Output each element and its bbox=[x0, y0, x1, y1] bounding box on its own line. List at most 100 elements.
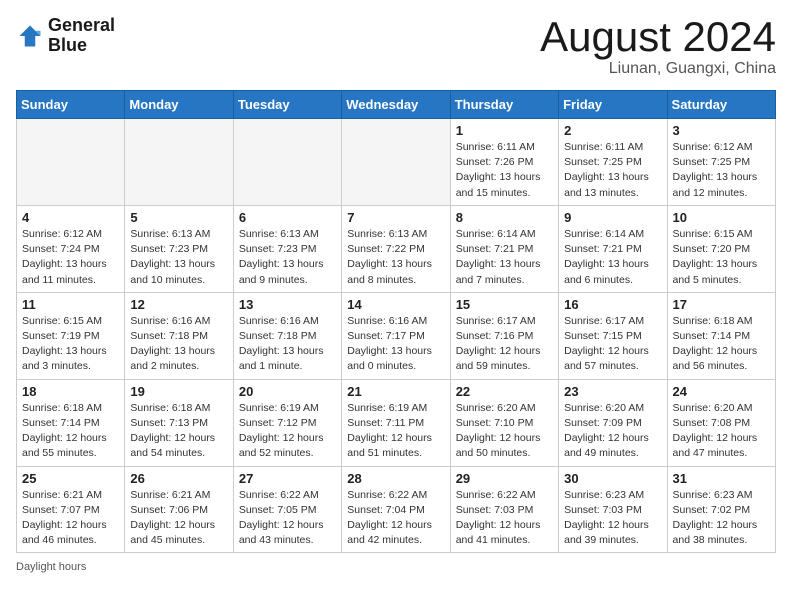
calendar-day-header: Monday bbox=[125, 91, 233, 119]
day-number: 8 bbox=[456, 210, 553, 225]
day-number: 1 bbox=[456, 123, 553, 138]
calendar-day-cell: 10 Sunrise: 6:15 AMSunset: 7:20 PMDayligh… bbox=[667, 205, 775, 292]
calendar-day-cell: 16 Sunrise: 6:17 AMSunset: 7:15 PMDayligh… bbox=[559, 292, 667, 379]
calendar-day-cell: 7Sunrise: 6:13 AMSunset: 7:22 PMDaylight… bbox=[342, 205, 450, 292]
day-info: Sunrise: 6:17 AMSunset: 7:16 PMDaylight:… bbox=[456, 314, 553, 375]
calendar-day-cell: 1 Sunrise: 6:11 AMSunset: 7:26 PMDaylight… bbox=[450, 119, 558, 206]
day-info: Sunrise: 6:22 AMSunset: 7:04 PMDaylight:… bbox=[347, 488, 444, 549]
day-info: Sunrise: 6:19 AMSunset: 7:11 PMDaylight:… bbox=[347, 401, 444, 462]
day-number: 27 bbox=[239, 471, 336, 486]
logo-text: General Blue bbox=[48, 16, 115, 56]
calendar-day-header: Saturday bbox=[667, 91, 775, 119]
calendar-day-cell: 23 Sunrise: 6:20 AMSunset: 7:09 PMDayligh… bbox=[559, 379, 667, 466]
calendar-day-header: Sunday bbox=[17, 91, 125, 119]
day-number: 14 bbox=[347, 297, 444, 312]
calendar-day-cell: 21 Sunrise: 6:19 AMSunset: 7:11 PMDayligh… bbox=[342, 379, 450, 466]
calendar-day-cell: 14 Sunrise: 6:16 AMSunset: 7:17 PMDayligh… bbox=[342, 292, 450, 379]
calendar-day-cell: 25 Sunrise: 6:21 AMSunset: 7:07 PMDayligh… bbox=[17, 466, 125, 553]
day-number: 23 bbox=[564, 384, 661, 399]
day-info: Sunrise: 6:22 AMSunset: 7:03 PMDaylight:… bbox=[456, 488, 553, 549]
day-info: Sunrise: 6:16 AMSunset: 7:18 PMDaylight:… bbox=[239, 314, 336, 375]
calendar-day-cell: 12 Sunrise: 6:16 AMSunset: 7:18 PMDayligh… bbox=[125, 292, 233, 379]
day-info: Sunrise: 6:17 AMSunset: 7:15 PMDaylight:… bbox=[564, 314, 661, 375]
day-number: 19 bbox=[130, 384, 227, 399]
day-number: 25 bbox=[22, 471, 119, 486]
page-header: General Blue August 2024 Liunan, Guangxi… bbox=[16, 16, 776, 78]
calendar-week-row: 1 Sunrise: 6:11 AMSunset: 7:26 PMDaylight… bbox=[17, 119, 776, 206]
calendar-day-cell: 24 Sunrise: 6:20 AMSunset: 7:08 PMDayligh… bbox=[667, 379, 775, 466]
calendar-day-cell: 31 Sunrise: 6:23 AMSunset: 7:02 PMDayligh… bbox=[667, 466, 775, 553]
day-number: 21 bbox=[347, 384, 444, 399]
calendar-day-cell: 5 Sunrise: 6:13 AMSunset: 7:23 PMDaylight… bbox=[125, 205, 233, 292]
day-number: 20 bbox=[239, 384, 336, 399]
day-info: Sunrise: 6:18 AMSunset: 7:14 PMDaylight:… bbox=[22, 401, 119, 462]
day-number: 22 bbox=[456, 384, 553, 399]
day-info: Sunrise: 6:21 AMSunset: 7:07 PMDaylight:… bbox=[22, 488, 119, 549]
day-info: Sunrise: 6:18 AMSunset: 7:13 PMDaylight:… bbox=[130, 401, 227, 462]
calendar-day-header: Thursday bbox=[450, 91, 558, 119]
day-info: Sunrise: 6:16 AMSunset: 7:17 PMDaylight:… bbox=[347, 314, 444, 375]
calendar-day-cell: 13 Sunrise: 6:16 AMSunset: 7:18 PMDayligh… bbox=[233, 292, 341, 379]
day-number: 3 bbox=[673, 123, 770, 138]
calendar-day-cell: 18 Sunrise: 6:18 AMSunset: 7:14 PMDayligh… bbox=[17, 379, 125, 466]
day-number: 7 bbox=[347, 210, 444, 225]
day-number: 26 bbox=[130, 471, 227, 486]
day-info: Sunrise: 6:23 AMSunset: 7:03 PMDaylight:… bbox=[564, 488, 661, 549]
calendar-day-cell: 15 Sunrise: 6:17 AMSunset: 7:16 PMDayligh… bbox=[450, 292, 558, 379]
calendar-day-cell: 26 Sunrise: 6:21 AMSunset: 7:06 PMDayligh… bbox=[125, 466, 233, 553]
day-number: 4 bbox=[22, 210, 119, 225]
calendar-day-header: Wednesday bbox=[342, 91, 450, 119]
calendar-day-cell bbox=[233, 119, 341, 206]
logo: General Blue bbox=[16, 16, 115, 56]
calendar-day-cell bbox=[342, 119, 450, 206]
day-number: 5 bbox=[130, 210, 227, 225]
day-number: 9 bbox=[564, 210, 661, 225]
day-info: Sunrise: 6:18 AMSunset: 7:14 PMDaylight:… bbox=[673, 314, 770, 375]
day-number: 6 bbox=[239, 210, 336, 225]
calendar-day-cell: 29Sunrise: 6:22 AMSunset: 7:03 PMDayligh… bbox=[450, 466, 558, 553]
day-info: Sunrise: 6:12 AMSunset: 7:24 PMDaylight:… bbox=[22, 227, 119, 288]
day-info: Sunrise: 6:19 AMSunset: 7:12 PMDaylight:… bbox=[239, 401, 336, 462]
day-number: 10 bbox=[673, 210, 770, 225]
calendar-day-cell: 20 Sunrise: 6:19 AMSunset: 7:12 PMDayligh… bbox=[233, 379, 341, 466]
calendar-day-cell: 30Sunrise: 6:23 AMSunset: 7:03 PMDayligh… bbox=[559, 466, 667, 553]
day-number: 15 bbox=[456, 297, 553, 312]
calendar-day-cell: 6 Sunrise: 6:13 AMSunset: 7:23 PMDaylight… bbox=[233, 205, 341, 292]
day-number: 18 bbox=[22, 384, 119, 399]
daylight-label: Daylight hours bbox=[16, 561, 86, 573]
calendar-table: SundayMondayTuesdayWednesdayThursdayFrid… bbox=[16, 90, 776, 553]
day-info: Sunrise: 6:15 AMSunset: 7:20 PMDaylight:… bbox=[673, 227, 770, 288]
calendar-day-cell: 3Sunrise: 6:12 AMSunset: 7:25 PMDaylight… bbox=[667, 119, 775, 206]
calendar-week-row: 4 Sunrise: 6:12 AMSunset: 7:24 PMDaylight… bbox=[17, 205, 776, 292]
day-number: 11 bbox=[22, 297, 119, 312]
day-info: Sunrise: 6:20 AMSunset: 7:10 PMDaylight:… bbox=[456, 401, 553, 462]
day-info: Sunrise: 6:23 AMSunset: 7:02 PMDaylight:… bbox=[673, 488, 770, 549]
calendar-day-cell: 22 Sunrise: 6:20 AMSunset: 7:10 PMDayligh… bbox=[450, 379, 558, 466]
day-info: Sunrise: 6:11 AMSunset: 7:26 PMDaylight:… bbox=[456, 140, 553, 201]
calendar-footer: Daylight hours bbox=[16, 561, 776, 573]
day-info: Sunrise: 6:11 AMSunset: 7:25 PMDaylight:… bbox=[564, 140, 661, 201]
location-title: Liunan, Guangxi, China bbox=[540, 60, 776, 78]
day-number: 24 bbox=[673, 384, 770, 399]
day-number: 17 bbox=[673, 297, 770, 312]
day-info: Sunrise: 6:13 AMSunset: 7:23 PMDaylight:… bbox=[130, 227, 227, 288]
day-info: Sunrise: 6:15 AMSunset: 7:19 PMDaylight:… bbox=[22, 314, 119, 375]
day-number: 12 bbox=[130, 297, 227, 312]
day-number: 13 bbox=[239, 297, 336, 312]
day-info: Sunrise: 6:21 AMSunset: 7:06 PMDaylight:… bbox=[130, 488, 227, 549]
month-title: August 2024 bbox=[540, 16, 776, 58]
day-info: Sunrise: 6:20 AMSunset: 7:08 PMDaylight:… bbox=[673, 401, 770, 462]
day-info: Sunrise: 6:16 AMSunset: 7:18 PMDaylight:… bbox=[130, 314, 227, 375]
day-info: Sunrise: 6:14 AMSunset: 7:21 PMDaylight:… bbox=[564, 227, 661, 288]
calendar-week-row: 11 Sunrise: 6:15 AMSunset: 7:19 PMDayligh… bbox=[17, 292, 776, 379]
day-info: Sunrise: 6:13 AMSunset: 7:23 PMDaylight:… bbox=[239, 227, 336, 288]
calendar-day-cell: 19 Sunrise: 6:18 AMSunset: 7:13 PMDayligh… bbox=[125, 379, 233, 466]
day-info: Sunrise: 6:20 AMSunset: 7:09 PMDaylight:… bbox=[564, 401, 661, 462]
logo-icon bbox=[16, 22, 44, 50]
day-number: 31 bbox=[673, 471, 770, 486]
calendar-day-cell: 9 Sunrise: 6:14 AMSunset: 7:21 PMDaylight… bbox=[559, 205, 667, 292]
calendar-day-header: Friday bbox=[559, 91, 667, 119]
calendar-day-cell: 11 Sunrise: 6:15 AMSunset: 7:19 PMDayligh… bbox=[17, 292, 125, 379]
day-number: 16 bbox=[564, 297, 661, 312]
calendar-day-header: Tuesday bbox=[233, 91, 341, 119]
